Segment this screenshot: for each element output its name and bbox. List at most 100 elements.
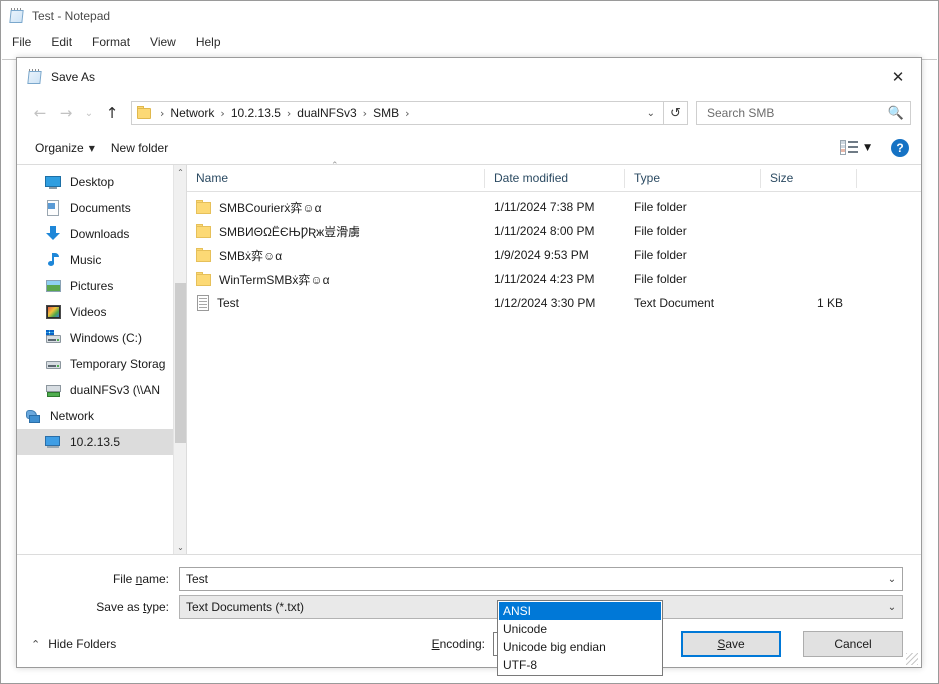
view-mode-icon[interactable] [840,140,859,155]
notepad-icon [27,68,43,85]
file-name-input[interactable] [180,571,882,587]
resize-grip[interactable] [906,653,918,665]
sidebar-item-label: dualNFSv3 (\\AN [70,383,161,397]
notepad-icon [9,8,25,24]
sidebar-item-network[interactable]: Network [17,403,173,429]
search-icon[interactable]: 🔍 [888,106,904,121]
refresh-icon[interactable]: ↺ [664,101,688,125]
table-row[interactable]: WinTermSMBẋ弈☺α 1/11/2024 4:23 PM File fo… [187,267,921,291]
table-row[interactable]: SMBẋ弈☺α 1/9/2024 9:53 PM File folder [187,243,921,267]
menu-item-help[interactable]: Help [194,34,223,50]
sidebar-item-label: Temporary Storag [70,357,166,371]
action-row: ⌃ Hide Folders Encoding: ANSI ⌄ Save Can… [17,621,921,667]
search-input[interactable] [705,105,888,121]
organize-button[interactable]: Organize ▼ [27,137,103,159]
scrollbar-thumb[interactable] [175,283,186,443]
encoding-dropdown-list[interactable]: ANSI Unicode Unicode big endian UTF-8 [497,600,663,676]
encoding-option-ansi[interactable]: ANSI [499,602,661,620]
recent-locations-chevron-icon[interactable]: ⌄ [79,100,99,126]
column-header-size[interactable]: Size [761,168,857,188]
breadcrumb-item-share[interactable]: dualNFSv3 [296,104,357,122]
command-bar-right: ▼ ? [840,138,911,157]
sidebar-item-documents[interactable]: Documents [17,195,173,221]
downloads-icon [45,226,62,242]
save-label: Save [717,637,745,651]
file-name-label: WinTermSMBẋ弈☺α [219,272,330,287]
sidebar-item-videos[interactable]: Videos [17,299,173,325]
sidebar-item-windows-c[interactable]: Windows (C:) [17,325,173,351]
menu-item-format[interactable]: Format [90,34,132,50]
save-button[interactable]: Save [681,631,781,657]
sidebar-item-10-2-13-5[interactable]: 10.2.13.5 [17,429,173,455]
encoding-option-utf-8[interactable]: UTF-8 [499,656,661,674]
file-name-label: SMBCourierẋ弈☺α [219,200,322,215]
menu-item-view[interactable]: View [148,34,178,50]
save-as-type-label: Save as type: [96,600,169,614]
music-icon [45,252,62,268]
new-folder-button[interactable]: New folder [103,137,176,159]
table-row[interactable]: SMBCourierẋ弈☺α 1/11/2024 7:38 PM File fo… [187,195,921,219]
save-as-dialog: Save As ✕ ← → ⌄ ↑ › Network › 10.2.13.5 … [16,57,922,668]
up-arrow-icon[interactable]: ↑ [99,100,125,126]
sidebar-item-label: Pictures [70,279,114,293]
command-bar: Organize ▼ New folder ▼ ? [17,131,921,164]
sort-ascending-icon: ⌃ [331,161,339,171]
forward-arrow-icon[interactable]: → [53,100,79,126]
scroll-down-icon[interactable]: ⌄ [174,540,186,554]
hide-folders-button[interactable]: ⌃ Hide Folders [31,637,116,651]
organize-label: Organize [35,140,84,155]
date-modified-cell: 1/9/2024 9:53 PM [494,248,589,262]
sidebar-item-music[interactable]: Music [17,247,173,273]
help-icon[interactable]: ? [891,138,909,157]
sidebar-item-label: Music [70,253,102,267]
back-arrow-icon[interactable]: ← [27,100,53,126]
sidebar-item-dualnfsv3[interactable]: dualNFSv3 (\\AN [17,377,173,403]
type-cell: File folder [634,224,687,238]
sidebar-item-downloads[interactable]: Downloads [17,221,173,247]
file-name-label: SMBИΘΩЁЄЊǷƦж豈滑虜 [219,224,361,239]
menu-item-file[interactable]: File [10,34,33,50]
folder-icon [196,224,212,238]
breadcrumb-item-network[interactable]: Network [169,104,215,122]
column-header-date-modified[interactable]: Date modified [485,168,625,188]
sidebar-item-temporary-storage[interactable]: Temporary Storag [17,351,173,377]
sidebar-item-label: Videos [70,305,107,319]
dialog-title-group: Save As [17,68,875,85]
scroll-up-icon[interactable]: ⌃ [174,165,186,179]
column-header-name[interactable]: Name [187,168,485,188]
table-row[interactable]: Test 1/12/2024 3:30 PM Text Document 1 K… [187,291,921,315]
encoding-option-unicode[interactable]: Unicode [499,620,661,638]
date-modified-cell: 1/11/2024 4:23 PM [494,272,595,286]
close-icon[interactable]: ✕ [875,59,921,95]
chevron-down-icon[interactable]: ⌄ [882,574,902,585]
cancel-button[interactable]: Cancel [803,631,903,657]
notepad-titlebar: Test - Notepad [1,1,938,31]
table-row[interactable]: SMBИΘΩЁЄЊǷƦж豈滑虜 1/11/2024 8:00 PM File f… [187,219,921,243]
sidebar-item-pictures[interactable]: Pictures [17,273,173,299]
column-header-row: ⌃ Name Date modified Type Size [187,161,921,192]
file-name-label: File name: [112,572,169,586]
chevron-down-icon: ▼ [88,144,95,153]
network-drive-icon [45,382,62,398]
file-name-cell: SMBẋ弈☺α [187,247,485,264]
sidebar-scrollbar[interactable]: ⌃ ⌄ [173,165,186,554]
type-cell: File folder [634,200,687,214]
breadcrumb-item-host[interactable]: 10.2.13.5 [230,104,282,122]
file-name-combo[interactable]: ⌄ [179,567,903,591]
date-modified-cell: 1/12/2024 3:30 PM [494,296,596,310]
menu-item-edit[interactable]: Edit [49,34,74,50]
encoding-option-unicode-big-endian[interactable]: Unicode big endian [499,638,661,656]
dialog-body: Desktop Documents Downloads Music Pictur [17,161,921,554]
navigation-bar: ← → ⌄ ↑ › Network › 10.2.13.5 › dualNFSv… [17,95,921,131]
sidebar-item-desktop[interactable]: Desktop [17,169,173,195]
breadcrumb-item-smb[interactable]: SMB [372,104,400,122]
column-header-type[interactable]: Type [625,168,761,188]
chevron-down-icon[interactable]: ⌄ [641,108,661,119]
chevron-down-icon[interactable]: ▼ [864,143,871,153]
breadcrumb[interactable]: › Network › 10.2.13.5 › dualNFSv3 › SMB … [131,101,664,125]
chevron-down-icon[interactable]: ⌄ [882,602,902,613]
folder-icon [196,272,212,286]
search-box[interactable]: 🔍 [696,101,911,125]
breadcrumb-separator: › [405,106,410,120]
breadcrumb-separator: › [362,106,368,120]
